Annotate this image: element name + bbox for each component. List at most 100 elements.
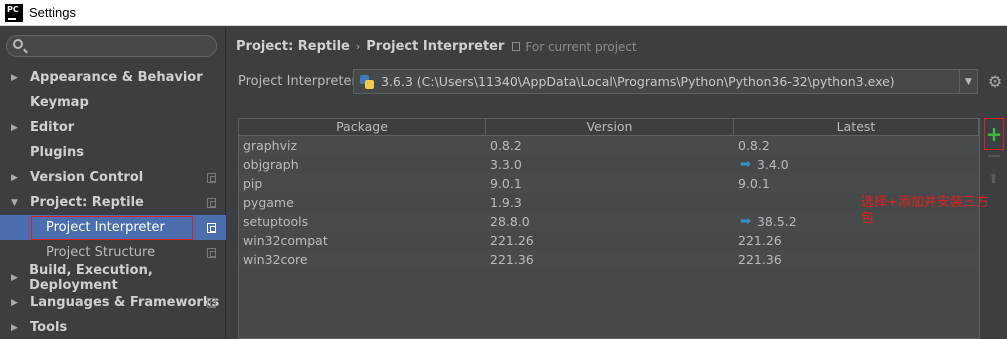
highlight-box (31, 216, 193, 240)
package-name-text: pip (243, 176, 263, 191)
sidebar-item-label: Keymap (30, 95, 89, 110)
package-latest-text: 221.36 (738, 252, 782, 267)
package-version-text: 221.26 (490, 233, 534, 248)
sidebar-item-keymap[interactable]: Keymap (0, 90, 226, 115)
sidebar-item-label: Project: Reptile (30, 195, 144, 210)
search-icon (13, 39, 23, 49)
copy-icon (207, 172, 216, 183)
dropdown-arrow-icon[interactable]: ▼ (959, 70, 977, 93)
table-row[interactable]: objgraph 3.3.0 ➡ 3.4.0 (239, 155, 979, 174)
breadcrumb-project: Project: Reptile (236, 39, 350, 54)
copy-icon (512, 42, 521, 51)
table-header: Package Version Latest (239, 119, 979, 136)
sidebar-item-project-structure[interactable]: Project Structure (0, 240, 226, 265)
package-name: win32core (239, 252, 486, 267)
sidebar-item-appearance-behavior[interactable]: ▶ Appearance & Behavior (0, 65, 226, 90)
package-latest: ➡ 3.4.0 (734, 157, 979, 172)
annotation-text: 选择+添加并安装三方包 (861, 195, 989, 226)
copy-icon (207, 197, 216, 208)
main-panel: Project: Reptile › Project Interpreter F… (227, 27, 1007, 339)
chevron-right-icon: ▶ (11, 272, 18, 283)
package-latest-text: 9.0.1 (738, 176, 770, 191)
sidebar-item-languages-frameworks[interactable]: ▶ Languages & Frameworks (0, 290, 226, 315)
sidebar-item-label: Version Control (30, 170, 144, 185)
copy-icon (207, 297, 216, 308)
sidebar-item-version-control[interactable]: ▶ Version Control (0, 165, 226, 190)
package-version-text: 1.9.3 (490, 195, 522, 210)
interpreter-select[interactable]: 3.6.3 (C:\Users\11340\AppData\Local\Prog… (353, 69, 978, 94)
table-row[interactable]: graphviz 0.8.2 0.8.2 (239, 136, 979, 155)
sidebar-item-label: Languages & Frameworks (30, 295, 220, 310)
package-version: 1.9.3 (486, 195, 734, 210)
package-name-text: win32core (243, 252, 308, 267)
breadcrumb-note-text: For current project (525, 39, 637, 54)
sidebar-item-label: Plugins (30, 145, 84, 160)
package-toolbar: + ⬆ (984, 118, 1006, 339)
package-name-text: graphviz (243, 138, 298, 153)
chevron-right-icon: ▶ (11, 172, 18, 183)
package-version: 221.36 (486, 252, 734, 267)
sidebar-item-tools[interactable]: ▶ Tools (0, 315, 226, 339)
package-version-text: 9.0.1 (490, 176, 522, 191)
upgrade-arrow-icon: ➡ (740, 157, 751, 172)
package-name-text: win32compat (243, 233, 328, 248)
packages-table: Package Version Latest graphviz 0.8.2 0.8.… (238, 118, 980, 339)
table-row[interactable]: win32core 221.36 221.36 (239, 250, 979, 269)
table-row[interactable]: win32compat 221.26 221.26 (239, 231, 979, 250)
breadcrumb-page: Project Interpreter (366, 39, 505, 54)
column-header-latest[interactable]: Latest (734, 119, 979, 135)
package-version-text: 3.3.0 (490, 157, 522, 172)
sidebar-item-project-reptile[interactable]: ▼ Project: Reptile (0, 190, 226, 215)
chevron-right-icon: ▶ (11, 72, 18, 83)
package-latest: 9.0.1 (734, 176, 979, 191)
package-latest: 0.8.2 (734, 138, 979, 153)
chevron-down-icon: ▼ (11, 197, 18, 208)
chevron-right-icon: ▶ (11, 322, 18, 333)
package-name: objgraph (239, 157, 486, 172)
sidebar-item-label: Project Structure (46, 245, 156, 260)
package-version: 28.8.0 (486, 214, 734, 229)
upgrade-arrow-icon: ➡ (740, 214, 751, 229)
sidebar-item-plugins[interactable]: Plugins (0, 140, 226, 165)
table-row[interactable]: pip 9.0.1 9.0.1 (239, 174, 979, 193)
interpreter-value: 3.6.3 (C:\Users\11340\AppData\Local\Prog… (381, 74, 895, 89)
sidebar-item-build-execution-deployment[interactable]: ▶ Build, Execution, Deployment (0, 262, 226, 293)
package-name: graphviz (239, 138, 486, 153)
chevron-right-icon: ▶ (11, 297, 18, 308)
package-latest-text: 221.26 (738, 233, 782, 248)
sidebar-item-editor[interactable]: ▶ Editor (0, 115, 226, 140)
breadcrumb-separator-icon: › (355, 40, 361, 53)
package-version: 3.3.0 (486, 157, 734, 172)
package-name-text: objgraph (243, 157, 299, 172)
pycharm-app-icon: PC (5, 3, 23, 22)
package-name: setuptools (239, 214, 486, 229)
package-name: pygame (239, 195, 486, 210)
title-bar: PC Settings (0, 0, 1007, 26)
package-name-text: pygame (243, 195, 294, 210)
sidebar-item-label: Build, Execution, Deployment (29, 262, 153, 293)
column-header-package[interactable]: Package (239, 119, 486, 135)
package-version: 221.26 (486, 233, 734, 248)
column-header-version[interactable]: Version (486, 119, 734, 135)
package-latest-text: 0.8.2 (738, 138, 770, 153)
remove-icon[interactable] (988, 155, 1000, 157)
sidebar-item-label: Editor (30, 120, 75, 135)
chevron-right-icon: ▶ (11, 122, 18, 133)
package-latest-text: 38.5.2 (756, 214, 797, 229)
settings-sidebar: ▶ Appearance & Behavior Keymap ▶ Editor … (0, 27, 226, 339)
breadcrumb: Project: Reptile › Project Interpreter F… (236, 39, 637, 54)
copy-icon (207, 222, 216, 233)
window-title: Settings (29, 5, 76, 20)
app-icon-text: PC (7, 4, 19, 14)
add-icon[interactable]: + (984, 118, 1004, 150)
up-arrow-icon[interactable]: ⬆ (988, 172, 999, 187)
package-version-text: 221.36 (490, 252, 534, 267)
breadcrumb-note: For current project (512, 39, 637, 54)
package-name: win32compat (239, 233, 486, 248)
gear-icon[interactable]: ⚙ (984, 69, 1006, 94)
search-input[interactable] (6, 35, 217, 57)
sidebar-item-label: Appearance & Behavior (30, 70, 203, 85)
package-latest-text: 3.4.0 (756, 157, 789, 172)
interpreter-label: Project Interpreter: (238, 74, 362, 89)
package-name: pip (239, 176, 486, 191)
